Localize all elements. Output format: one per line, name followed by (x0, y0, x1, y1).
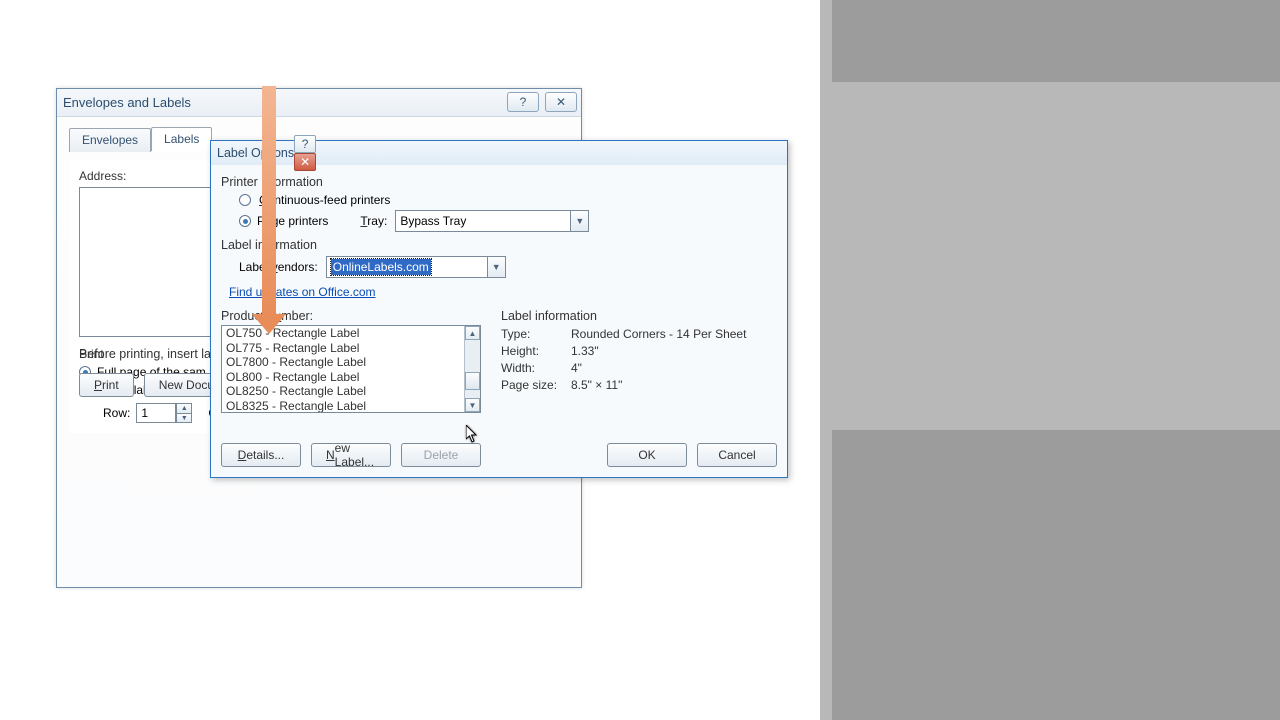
annotation-arrow-icon (262, 86, 276, 318)
print-button[interactable]: Print (79, 373, 134, 397)
info-type-value: Rounded Corners - 14 Per Sheet (571, 327, 777, 341)
dialog-title: Label Options (217, 146, 294, 160)
dialog-title: Envelopes and Labels (63, 95, 191, 110)
find-updates-link[interactable]: Find updates on Office.com (229, 285, 376, 299)
ok-button[interactable]: OK (607, 443, 687, 467)
spinner-down-icon[interactable]: ▼ (176, 413, 192, 423)
chevron-down-icon: ▼ (487, 257, 505, 277)
radio-continuous-label: Continuous-feed printers (259, 193, 390, 207)
dialog-titlebar[interactable]: Label Options ? ✕ (211, 141, 787, 165)
list-item[interactable]: OL8250 - Rectangle Label (222, 384, 464, 399)
scroll-up-icon[interactable]: ▲ (465, 326, 480, 340)
chevron-down-icon: ▼ (570, 211, 588, 231)
label-vendors-select[interactable]: OnlineLabels.com ▼ (326, 256, 506, 278)
tab-envelopes[interactable]: Envelopes (69, 128, 151, 152)
dialog-titlebar[interactable]: Envelopes and Labels ? ✕ (57, 89, 581, 117)
row-label: Row: (103, 406, 130, 420)
help-button[interactable]: ? (507, 92, 539, 112)
list-item[interactable]: OL800 - Rectangle Label (222, 370, 464, 385)
radio-page-printers[interactable]: Page printers (239, 214, 328, 228)
list-item[interactable]: OL8325 - Rectangle Label (222, 399, 464, 413)
delete-button: Delete (401, 443, 481, 467)
close-button[interactable]: ✕ (294, 153, 316, 171)
list-item[interactable]: OL7800 - Rectangle Label (222, 355, 464, 370)
help-icon: ? (520, 95, 527, 109)
help-button[interactable]: ? (294, 135, 316, 153)
tray-select[interactable]: Bypass Tray ▼ (395, 210, 589, 232)
listbox-scrollbar[interactable]: ▲ ▼ (464, 326, 480, 412)
radio-continuous-feed[interactable]: Continuous-feed printers (239, 193, 777, 207)
info-width-label: Width: (501, 361, 571, 375)
spinner-up-icon[interactable]: ▲ (176, 403, 192, 413)
details-button[interactable]: Details... (221, 443, 301, 467)
label-information-heading: Label information (501, 309, 777, 323)
scroll-track[interactable] (465, 340, 480, 398)
background-shade-bottom (832, 430, 1280, 720)
info-width-value: 4" (571, 361, 777, 375)
info-pagesize-label: Page size: (501, 378, 571, 392)
vendors-label: Label vendors: (239, 260, 318, 274)
tray-label: Tray: (360, 214, 387, 228)
info-pagesize-value: 8.5" × 11" (571, 378, 777, 392)
close-icon: ✕ (556, 95, 566, 109)
info-height-label: Height: (501, 344, 571, 358)
tab-labels[interactable]: Labels (151, 127, 212, 151)
help-icon: ? (302, 137, 309, 151)
product-number-listbox[interactable]: OL750 - Rectangle Label OL775 - Rectangl… (221, 325, 481, 413)
background-panel (820, 0, 1280, 720)
new-label-button[interactable]: New Label... (311, 443, 391, 467)
close-icon: ✕ (300, 155, 310, 169)
radio-dot-icon (239, 194, 251, 206)
label-info-label: Label information (221, 238, 777, 252)
scroll-down-icon[interactable]: ▼ (465, 398, 480, 412)
row-spinner[interactable]: 1 ▲ ▼ (136, 403, 192, 423)
cancel-button[interactable]: Cancel (697, 443, 777, 467)
list-item[interactable]: OL775 - Rectangle Label (222, 341, 464, 356)
label-options-dialog: Label Options ? ✕ Printer information Co… (210, 140, 788, 478)
scroll-thumb[interactable] (465, 372, 480, 390)
close-button[interactable]: ✕ (545, 92, 577, 112)
mouse-cursor-icon (466, 425, 479, 444)
printer-info-label: Printer information (221, 175, 777, 189)
info-height-value: 1.33" (571, 344, 777, 358)
background-shade-top (832, 0, 1280, 82)
info-type-label: Type: (501, 327, 571, 341)
radio-dot-icon (239, 215, 251, 227)
